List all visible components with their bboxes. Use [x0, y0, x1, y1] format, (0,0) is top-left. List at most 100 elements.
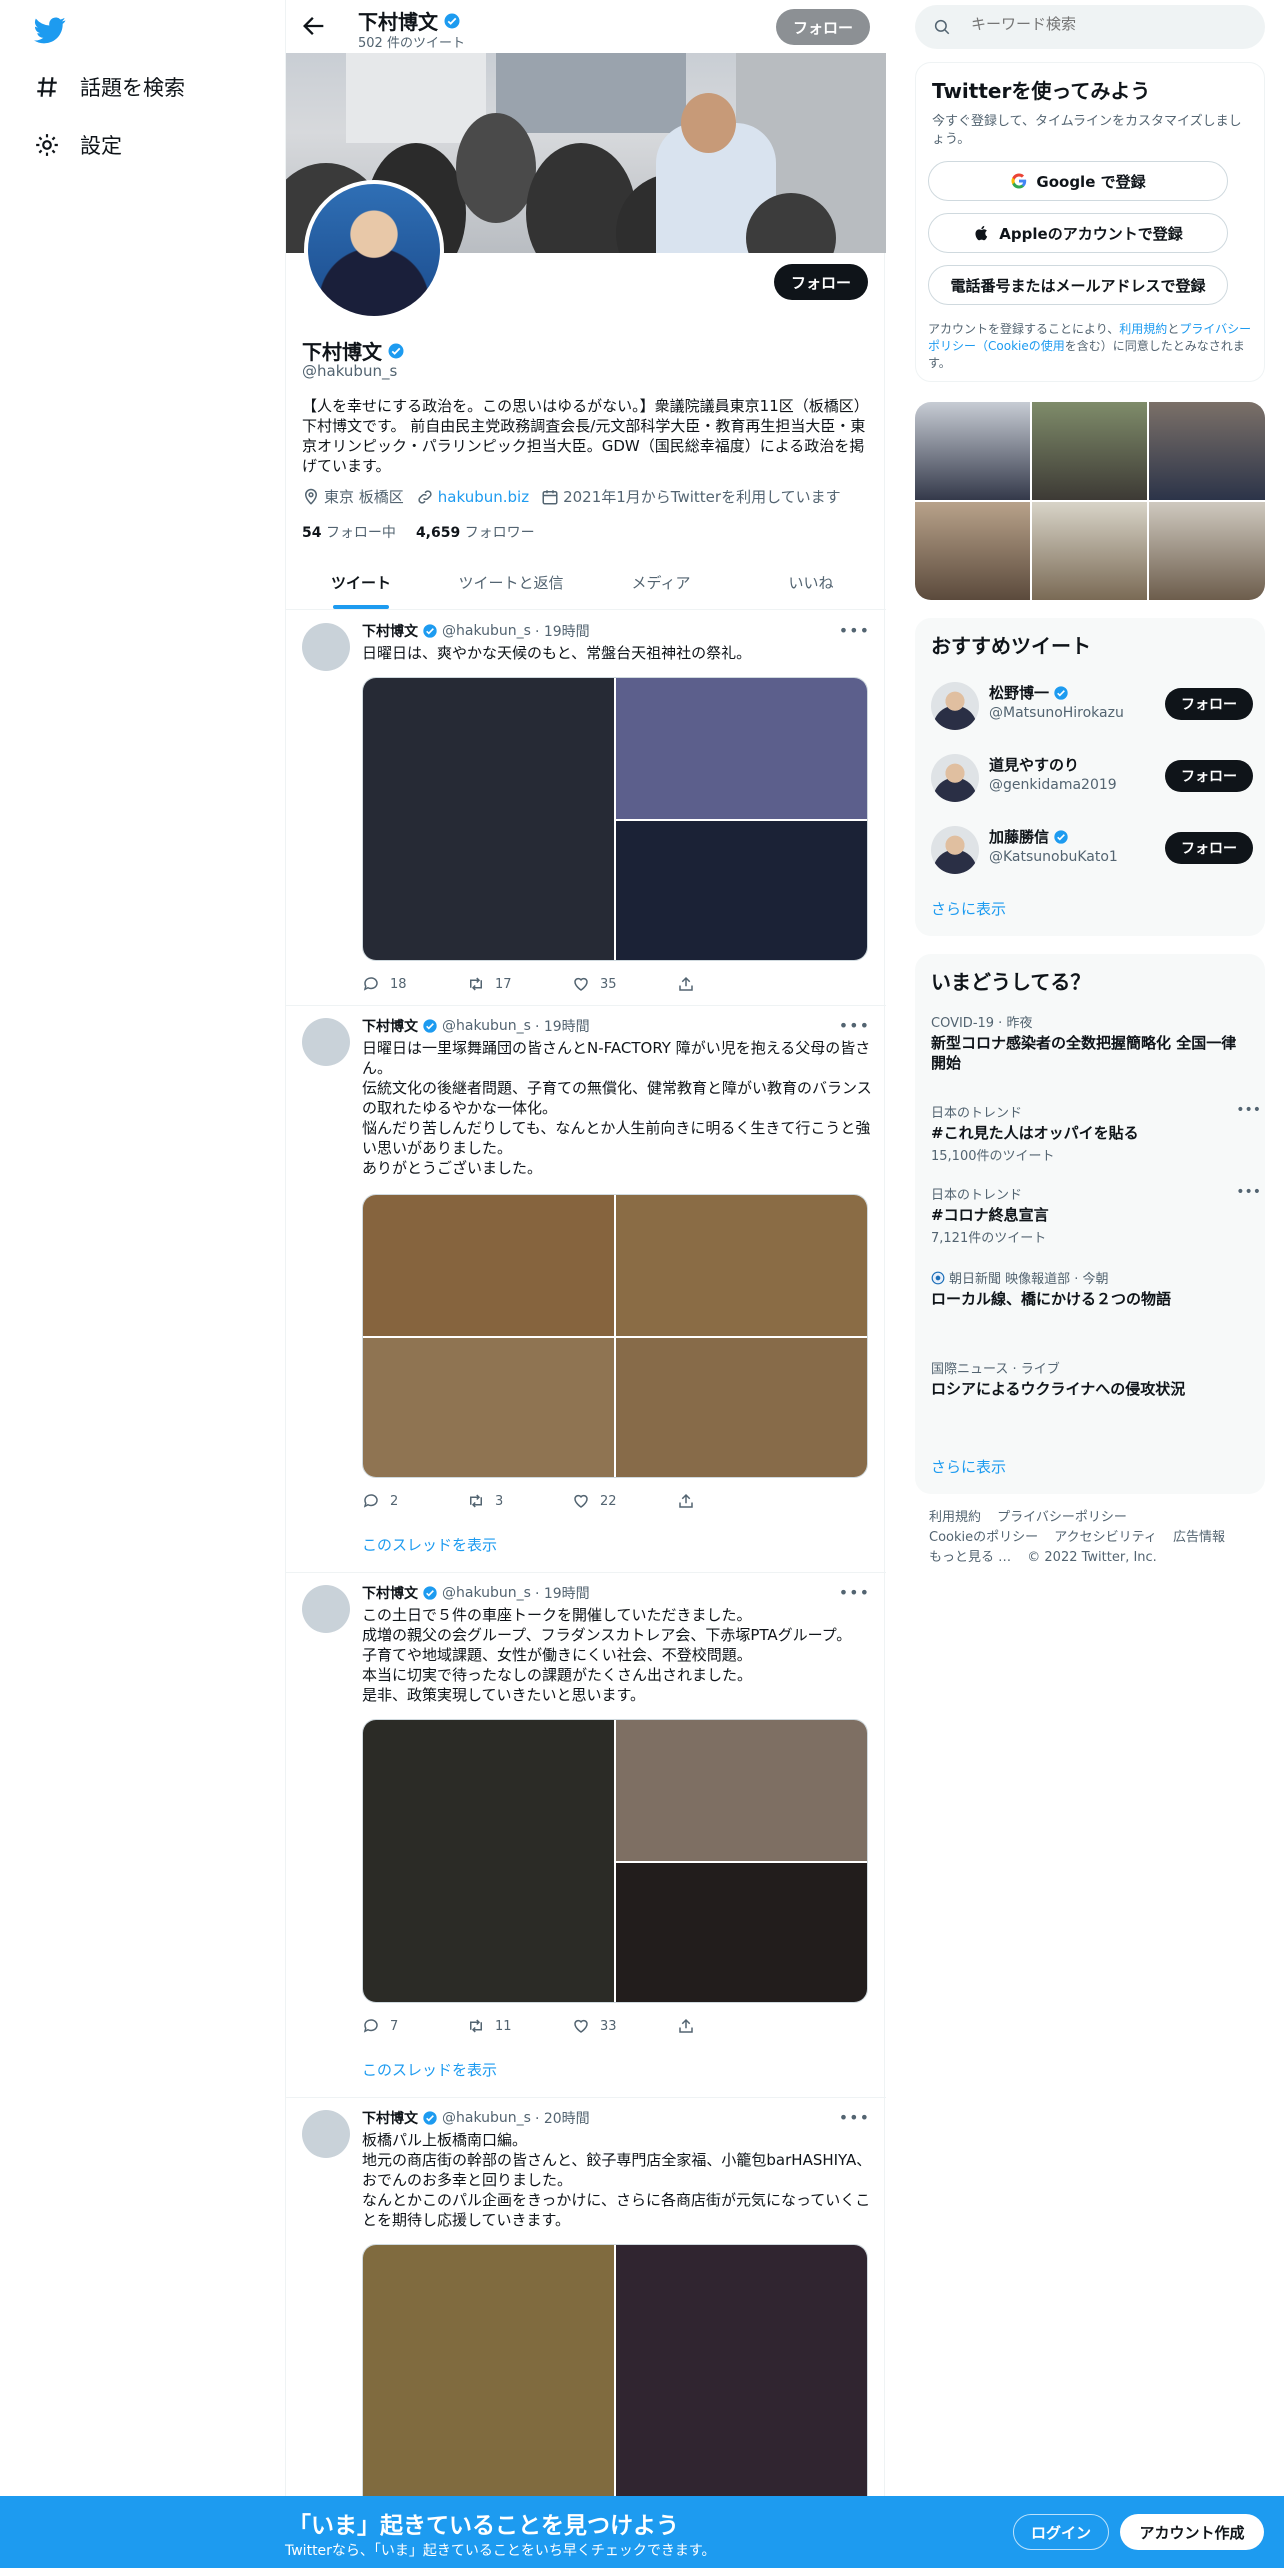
tweet-photo[interactable]	[616, 1338, 867, 1477]
tweet-time[interactable]: · 20時間	[535, 2108, 590, 2128]
footer-link[interactable]: Cookieのポリシー	[929, 1530, 1038, 1545]
tweet-media-grid[interactable]	[362, 1194, 868, 1478]
tweet-avatar[interactable]	[302, 623, 350, 671]
tweet-author-name[interactable]: 下村博文	[362, 621, 418, 641]
tweet-author-handle[interactable]: @hakubun_s	[442, 623, 531, 639]
profile-website[interactable]: hakubun.biz	[416, 488, 529, 506]
tweet[interactable]: 下村博文 @hakubun_s · 19時間 ••• 日曜日は一里塚舞踊団の皆さ…	[286, 1006, 886, 1573]
footer-link[interactable]: プライバシーポリシー	[997, 1510, 1127, 1525]
reply-button[interactable]: 2	[362, 1492, 467, 1510]
tweet-photo[interactable]	[616, 678, 867, 819]
recommended-user[interactable]: 加藤勝信 @KatsunobuKato1 フォロー	[931, 818, 1253, 878]
avatar[interactable]	[931, 682, 979, 730]
profile-website-link[interactable]: hakubun.biz	[438, 488, 529, 506]
tweet-time[interactable]: · 19時間	[535, 621, 590, 641]
login-button[interactable]: ログイン	[1013, 2514, 1109, 2550]
follow-button[interactable]: フォロー	[1165, 832, 1253, 864]
follow-button[interactable]: フォロー	[1165, 760, 1253, 792]
tweet-author-handle[interactable]: @hakubun_s	[442, 2110, 531, 2126]
tweet-time[interactable]: · 19時間	[535, 1016, 590, 1036]
like-button[interactable]: 35	[572, 975, 677, 993]
media-thumbnail[interactable]	[1149, 402, 1265, 500]
phone-email-signup-button[interactable]: 電話番号またはメールアドレスで登録	[928, 265, 1228, 305]
show-thread-link[interactable]: このスレッドを表示	[362, 2059, 497, 2080]
trend-item[interactable]: 日本のトレンド #これ見た人はオッパイを貼る 15,100件のツイート •••	[931, 1102, 1261, 1164]
topbar-follow-button[interactable]: フォロー	[776, 9, 870, 45]
signup-button[interactable]: アカウント作成	[1120, 2514, 1264, 2550]
tweet-author-name[interactable]: 下村博文	[362, 1583, 418, 1603]
back-arrow-icon[interactable]	[300, 12, 328, 40]
tweet-photo[interactable]	[616, 1863, 867, 2002]
more-options-icon[interactable]: •••	[1236, 1102, 1261, 1118]
nav-explore[interactable]: 話題を検索	[34, 72, 185, 102]
trend-item[interactable]: 朝日新聞 映像報道部 · 今朝 ローカル線、橋にかける２つの物語	[931, 1268, 1251, 1309]
media-thumbnail[interactable]	[915, 502, 1030, 600]
tweet-media-grid[interactable]	[362, 677, 868, 961]
media-thumbnail[interactable]	[1032, 402, 1147, 500]
following-stat[interactable]: 54 フォロー中	[302, 522, 396, 542]
apple-signup-button[interactable]: Appleのアカウントで登録	[928, 213, 1228, 253]
profile-follow-button[interactable]: フォロー	[774, 264, 868, 300]
footer-link[interactable]: 広告情報	[1173, 1530, 1225, 1545]
trend-item[interactable]: 国際ニュース · ライブ ロシアによるウクライナへの侵攻状況	[931, 1358, 1251, 1399]
share-button[interactable]	[677, 2017, 782, 2035]
tweet-avatar[interactable]	[302, 1018, 350, 1066]
footer-link[interactable]: 利用規約	[929, 1510, 981, 1525]
tweet-author-name[interactable]: 下村博文	[362, 2108, 418, 2128]
like-button[interactable]: 22	[572, 1492, 677, 1510]
tab-tweets[interactable]: ツイート	[286, 556, 436, 609]
footer-link[interactable]: アクセシビリティ	[1054, 1530, 1157, 1545]
tweet-photo[interactable]	[616, 1195, 867, 1336]
tweet-author-name[interactable]: 下村博文	[362, 1016, 418, 1036]
google-signup-button[interactable]: Google で登録	[928, 161, 1228, 201]
followers-stat[interactable]: 4,659 フォロワー	[416, 522, 535, 542]
profile-avatar[interactable]	[304, 180, 444, 320]
nav-settings[interactable]: 設定	[34, 130, 122, 160]
tweet-photo[interactable]	[616, 821, 867, 960]
reply-button[interactable]: 7	[362, 2017, 467, 2035]
recommended-user[interactable]: 道見やすのり @genkidama2019 フォロー	[931, 746, 1253, 806]
media-thumbnail[interactable]	[1149, 502, 1265, 600]
share-button[interactable]	[677, 1492, 782, 1510]
like-button[interactable]: 33	[572, 2017, 677, 2035]
tweet-photo[interactable]	[363, 1338, 614, 1477]
tweet-photo[interactable]	[616, 1720, 867, 1861]
show-thread-link[interactable]: このスレッドを表示	[362, 1534, 497, 1555]
twitter-logo-icon[interactable]	[34, 14, 66, 46]
reply-button[interactable]: 18	[362, 975, 467, 993]
more-options-icon[interactable]: •••	[1236, 1184, 1261, 1200]
follow-button[interactable]: フォロー	[1165, 688, 1253, 720]
retweet-button[interactable]: 11	[467, 2017, 572, 2035]
tweet-author-handle[interactable]: @hakubun_s	[442, 1585, 531, 1601]
more-options-icon[interactable]: •••	[839, 1583, 870, 1602]
trend-item[interactable]: 日本のトレンド #コロナ終息宣言 7,121件のツイート •••	[931, 1184, 1261, 1246]
more-options-icon[interactable]: •••	[839, 2108, 870, 2127]
media-thumbnail-grid[interactable]	[915, 402, 1265, 600]
media-thumbnail[interactable]	[1032, 502, 1147, 600]
retweet-button[interactable]: 17	[467, 975, 572, 993]
tweet-time[interactable]: · 19時間	[535, 1583, 590, 1603]
trend-item[interactable]: COVID-19 · 昨夜 新型コロナ感染者の全数把握簡略化 全国一律開始	[931, 1012, 1251, 1073]
tweet[interactable]: 下村博文 @hakubun_s · 19時間 ••• この土日で５件の車座トーク…	[286, 1573, 886, 2098]
tab-likes[interactable]: いいね	[736, 556, 886, 609]
share-button[interactable]	[677, 975, 782, 993]
tweet-photo[interactable]	[363, 1195, 614, 1336]
search-input[interactable]	[971, 15, 1251, 33]
tweet[interactable]: 下村博文 @hakubun_s · 19時間 ••• 日曜日は、爽やかな天候のも…	[286, 611, 886, 1006]
footer-link[interactable]: もっと見る …	[929, 1550, 1011, 1565]
tweet-photo[interactable]	[363, 678, 614, 960]
more-options-icon[interactable]: •••	[839, 1016, 870, 1035]
search-bar[interactable]	[915, 5, 1265, 49]
terms-link[interactable]: 利用規約	[1119, 322, 1167, 336]
tab-media[interactable]: メディア	[586, 556, 736, 609]
tweet-author-handle[interactable]: @hakubun_s	[442, 1018, 531, 1034]
recommended-user[interactable]: 松野博一 @MatsunoHirokazu フォロー	[931, 674, 1253, 734]
retweet-button[interactable]: 3	[467, 1492, 572, 1510]
tweet-avatar[interactable]	[302, 1585, 350, 1633]
avatar[interactable]	[931, 826, 979, 874]
show-more-link[interactable]: さらに表示	[931, 1456, 1006, 1477]
more-options-icon[interactable]: •••	[839, 621, 870, 640]
tweet-media-grid[interactable]	[362, 1719, 868, 2003]
media-thumbnail[interactable]	[915, 402, 1030, 500]
tweet-avatar[interactable]	[302, 2110, 350, 2158]
